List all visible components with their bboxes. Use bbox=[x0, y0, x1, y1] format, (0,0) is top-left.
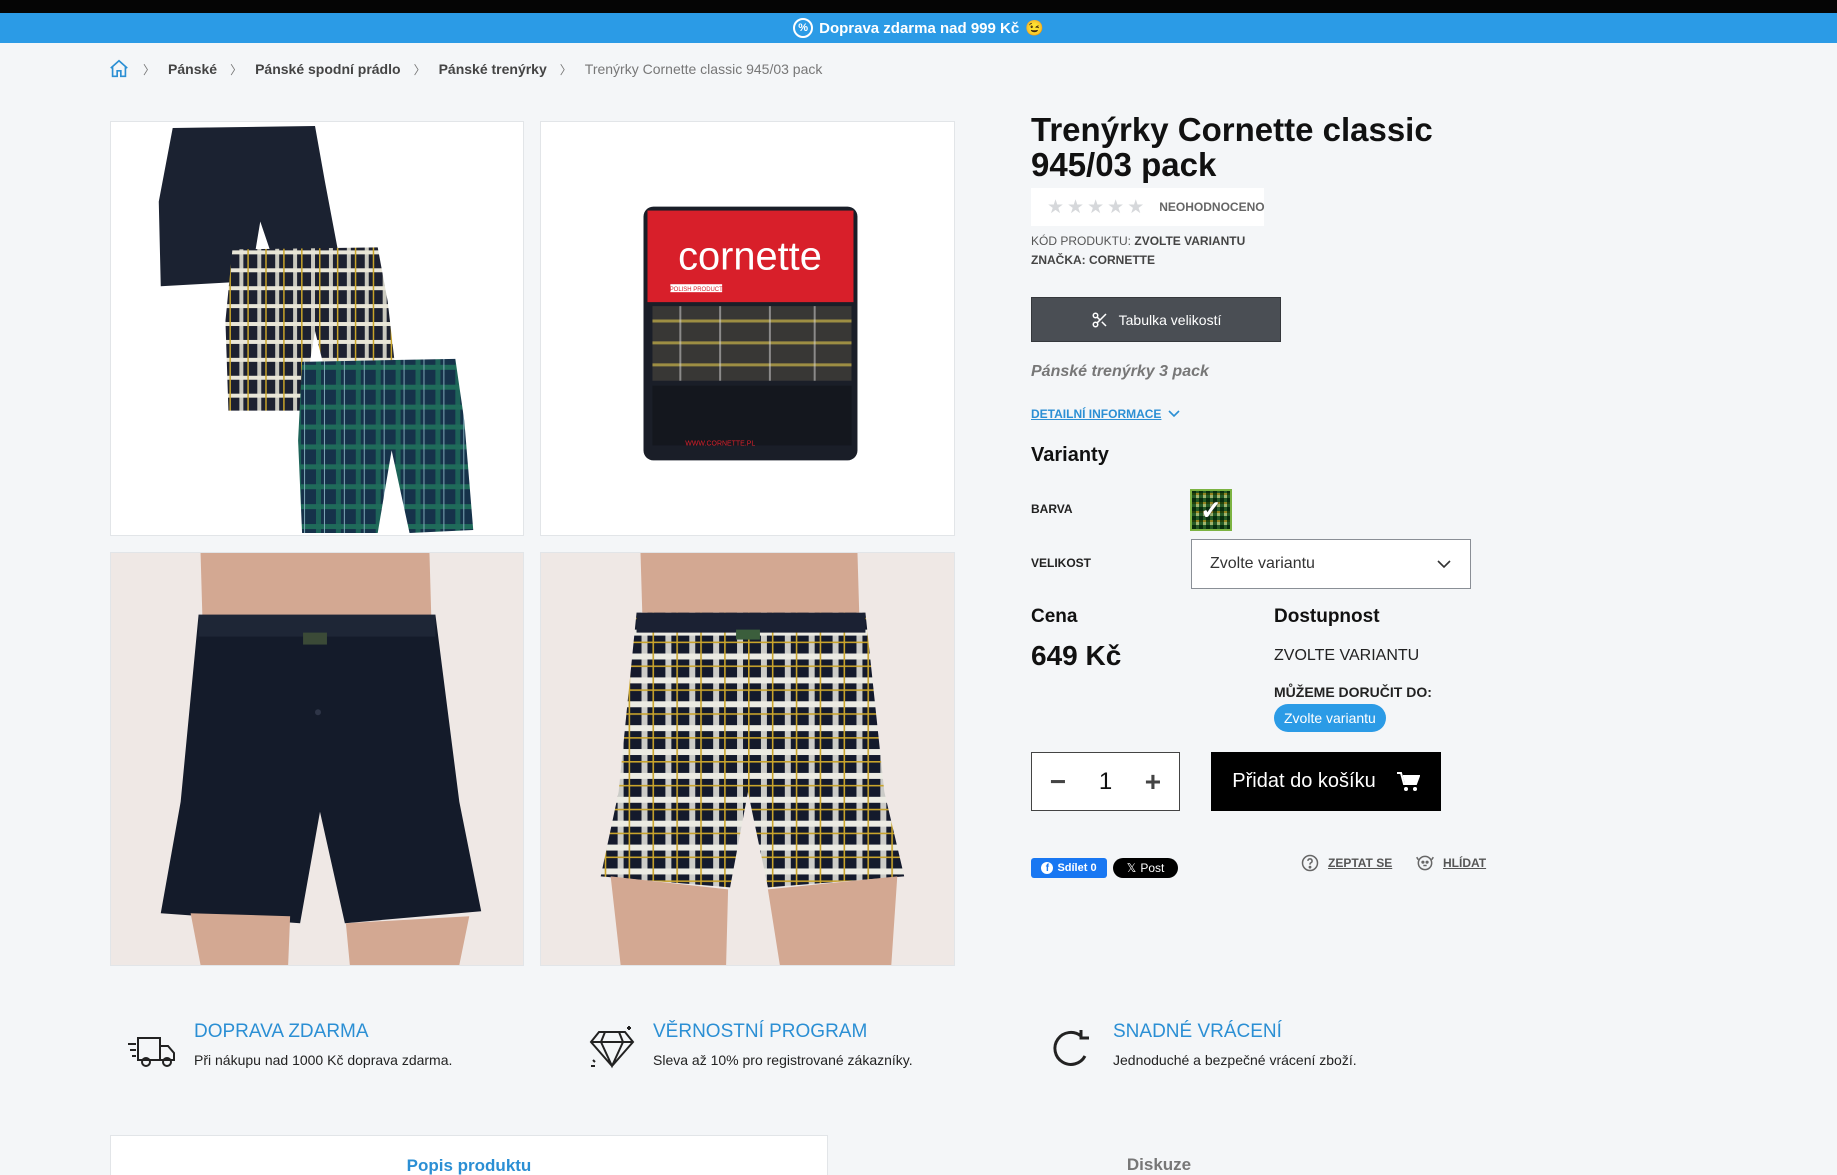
color-swatch-selected[interactable]: ✓ bbox=[1190, 489, 1232, 531]
availability-value: ZVOLTE VARIANTU bbox=[1274, 647, 1420, 664]
facebook-share-button[interactable]: f Sdílet 0 bbox=[1031, 858, 1107, 878]
product-title: Trenýrky Cornette classic 945/03 pack bbox=[1031, 111, 1433, 183]
wink-emoji: 😉 bbox=[1025, 20, 1044, 37]
breadcrumb-link[interactable]: Pánské trenýrky bbox=[439, 61, 547, 77]
breadcrumb-separator: 〉 bbox=[143, 62, 156, 77]
color-label: BARVA bbox=[1031, 502, 1073, 516]
star-icon: ★ bbox=[1127, 196, 1145, 218]
breadcrumb-current: Trenýrky Cornette classic 945/03 pack bbox=[584, 61, 823, 77]
cart-icon bbox=[1396, 771, 1420, 791]
chevron-down-icon bbox=[1168, 410, 1181, 418]
promo-text: Doprava zdarma nad 999 Kč bbox=[819, 19, 1020, 37]
product-code: KÓD PRODUKTU: ZVOLTE VARIANTU bbox=[1031, 234, 1245, 248]
price-heading: Cena bbox=[1031, 606, 1078, 627]
x-post-button[interactable]: 𝕏 Post bbox=[1113, 858, 1178, 878]
size-table-label: Tabulka velikostí bbox=[1118, 311, 1222, 328]
product-image-plaid-boxers-worn[interactable] bbox=[540, 552, 955, 966]
price-value: 649 Kč bbox=[1031, 640, 1122, 671]
check-icon: ✓ bbox=[1200, 494, 1222, 525]
benefit-text: Sleva až 10% pro registrované zákazníky. bbox=[653, 1052, 913, 1068]
benefit-loyalty: VĚRNOSTNÍ PROGRAM Sleva až 10% pro regis… bbox=[583, 1020, 913, 1076]
product-brand-value: CORNETTE bbox=[1089, 253, 1155, 267]
chevron-down-icon bbox=[1437, 560, 1451, 569]
decrease-button[interactable]: − bbox=[1046, 767, 1070, 796]
breadcrumb: 〉 Pánské 〉 Pánské spodní prádlo 〉 Pánské… bbox=[108, 58, 822, 80]
product-image-package[interactable]: cornette POLISH PRODUCT WWW.CORNETTE.PL bbox=[540, 121, 955, 536]
pack-brand-text: cornette bbox=[678, 234, 822, 278]
short-description: Pánské trenýrky 3 pack bbox=[1031, 363, 1209, 380]
facebook-icon: f bbox=[1041, 862, 1054, 874]
return-arrow-icon bbox=[1053, 1030, 1089, 1066]
star-icon: ★ bbox=[1067, 196, 1085, 218]
size-label: VELIKOST bbox=[1031, 556, 1092, 570]
benefit-title: VĚRNOSTNÍ PROGRAM bbox=[653, 1021, 868, 1042]
product-image-dark-boxers-worn[interactable] bbox=[110, 552, 524, 966]
benefit-returns: SNADNÉ VRÁCENÍ Jednoduché a bezpečné vrá… bbox=[1043, 1020, 1357, 1076]
star-icon: ★ bbox=[1087, 196, 1105, 218]
benefit-text: Jednoduché a bezpečné vrácení zboží. bbox=[1113, 1052, 1357, 1068]
ask-question-label: ZEPTAT SE bbox=[1328, 856, 1393, 870]
size-table-button[interactable]: Tabulka velikostí bbox=[1031, 297, 1281, 342]
benefit-text: Při nákupu nad 1000 Kč doprava zdarma. bbox=[194, 1052, 453, 1068]
add-to-cart-label: Přidat do košíku bbox=[1232, 770, 1376, 792]
question-circle-icon bbox=[1301, 854, 1319, 872]
benefit-title: SNADNÉ VRÁCENÍ bbox=[1113, 1021, 1282, 1042]
home-icon[interactable] bbox=[108, 58, 130, 80]
breadcrumb-link[interactable]: Pánské bbox=[168, 61, 217, 77]
breadcrumb-link[interactable]: Pánské spodní prádlo bbox=[255, 61, 400, 77]
breadcrumb-separator: 〉 bbox=[559, 62, 572, 77]
tab-product-description[interactable]: Popis produktu bbox=[110, 1135, 828, 1175]
scissors-icon bbox=[1092, 312, 1107, 327]
ask-question-link[interactable]: ZEPTAT SE bbox=[1300, 853, 1392, 873]
star-icon: ★ bbox=[1047, 196, 1065, 218]
size-select[interactable]: Zvolte variantu bbox=[1191, 539, 1471, 589]
pack-site-text: WWW.CORNETTE.PL bbox=[685, 440, 755, 447]
diamond-icon bbox=[589, 1026, 635, 1069]
deliver-label: MŮŽEME DORUČIT DO: bbox=[1274, 684, 1432, 700]
availability-heading: Dostupnost bbox=[1274, 606, 1380, 627]
facebook-share-label: Sdílet 0 bbox=[1057, 862, 1097, 874]
product-brand: ZNAČKA: CORNETTE bbox=[1031, 253, 1155, 267]
watchdog-icon bbox=[1416, 855, 1434, 871]
size-select-value: Zvolte variantu bbox=[1210, 555, 1315, 572]
percent-icon: % bbox=[793, 18, 814, 38]
breadcrumb-separator: 〉 bbox=[230, 62, 243, 77]
rating-label: NEOHODNOCENO bbox=[1159, 200, 1265, 214]
product-code-value: ZVOLTE VARIANTU bbox=[1134, 234, 1246, 248]
rating-box[interactable]: ★ ★ ★ ★ ★ NEOHODNOCENO bbox=[1031, 188, 1265, 226]
star-icon: ★ bbox=[1107, 196, 1125, 218]
benefit-title: DOPRAVA ZDARMA bbox=[194, 1021, 369, 1042]
truck-icon bbox=[128, 1037, 175, 1067]
quantity-input[interactable]: 1 bbox=[1099, 768, 1112, 796]
detail-info-link[interactable]: DETAILNÍ INFORMACE bbox=[1031, 407, 1181, 421]
product-image-three-boxers[interactable] bbox=[110, 121, 524, 536]
breadcrumb-separator: 〉 bbox=[413, 62, 426, 77]
benefit-free-shipping: DOPRAVA ZDARMA Při nákupu nad 1000 Kč do… bbox=[124, 1020, 452, 1076]
promo-bar: % Doprava zdarma nad 999 Kč 😉 bbox=[0, 13, 1837, 43]
product-brand-label: ZNAČKA: bbox=[1031, 253, 1086, 267]
tab-discussion[interactable]: Diskuze bbox=[829, 1135, 1489, 1175]
quantity-stepper: − 1 + bbox=[1031, 752, 1180, 811]
add-to-cart-button[interactable]: Přidat do košíku bbox=[1211, 752, 1441, 811]
product-code-label: KÓD PRODUKTU: bbox=[1031, 234, 1132, 248]
x-icon: 𝕏 bbox=[1126, 861, 1137, 875]
increase-button[interactable]: + bbox=[1141, 767, 1165, 796]
detail-info-label: DETAILNÍ INFORMACE bbox=[1031, 407, 1162, 421]
top-black-bar bbox=[0, 0, 1837, 13]
deliver-pill: Zvolte variantu bbox=[1274, 704, 1386, 732]
variants-heading: Varianty bbox=[1031, 444, 1109, 466]
x-post-label: Post bbox=[1140, 861, 1165, 875]
pack-tag-text: POLISH PRODUCT bbox=[670, 287, 723, 293]
watch-label: HLÍDAT bbox=[1443, 856, 1487, 870]
watch-link[interactable]: HLÍDAT bbox=[1415, 853, 1486, 873]
